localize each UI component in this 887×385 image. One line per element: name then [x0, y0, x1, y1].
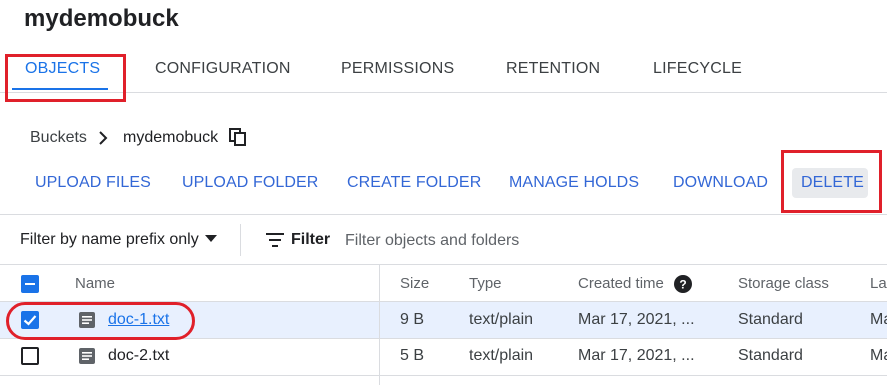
object-type: text/plain [469, 311, 534, 328]
column-header-name[interactable]: Name [75, 275, 115, 292]
copy-icon[interactable] [229, 128, 247, 146]
object-size: 5 B [400, 347, 425, 364]
manage-holds-button[interactable]: MANAGE HOLDS [509, 174, 639, 192]
chevron-right-icon [99, 131, 108, 145]
tab-lifecycle[interactable]: LIFECYCLE [653, 60, 742, 78]
help-icon[interactable]: ? [674, 275, 692, 293]
indeterminate-icon [25, 283, 35, 285]
column-header-size[interactable]: Size [400, 275, 429, 292]
object-storage-class: Standard [738, 347, 803, 364]
column-header-created[interactable]: Created time [578, 275, 664, 292]
select-all-checkbox[interactable] [21, 275, 39, 293]
create-folder-button[interactable]: CREATE FOLDER [347, 174, 481, 192]
tab-bar: OBJECTS CONFIGURATION PERMISSIONS RETENT… [0, 46, 887, 93]
breadcrumb-current: mydemobuck [123, 129, 219, 146]
column-header-type[interactable]: Type [469, 275, 502, 292]
object-last-modified: Ma [870, 347, 887, 364]
filter-icon [266, 233, 284, 247]
filter-button[interactable]: Filter [291, 231, 330, 249]
tab-retention[interactable]: RETENTION [506, 60, 600, 78]
upload-files-button[interactable]: UPLOAD FILES [35, 174, 151, 192]
annotation-box-objects-tab [5, 54, 126, 102]
bucket-title: mydemobuck [24, 5, 179, 32]
breadcrumb-buckets[interactable]: Buckets [30, 128, 87, 148]
divider [0, 214, 887, 215]
tab-configuration[interactable]: CONFIGURATION [155, 60, 291, 78]
column-header-storage-class[interactable]: Storage class [738, 275, 829, 292]
object-created: Mar 17, 2021, ... [578, 347, 695, 364]
row-border [0, 375, 887, 376]
object-type: text/plain [469, 347, 534, 364]
filter-divider [240, 224, 241, 256]
download-button[interactable]: DOWNLOAD [673, 174, 768, 192]
object-size: 9 B [400, 311, 425, 328]
row-checkbox[interactable] [21, 347, 39, 365]
object-name-link[interactable]: doc-2.txt [108, 347, 169, 365]
svg-text:?: ? [679, 278, 686, 292]
caret-down-icon [205, 235, 217, 242]
file-icon [79, 348, 95, 364]
filter-input[interactable] [343, 228, 647, 254]
annotation-oval-doc1 [6, 302, 195, 340]
column-resize-handle[interactable] [379, 265, 380, 385]
object-last-modified: Ma [870, 311, 887, 328]
upload-folder-button[interactable]: UPLOAD FOLDER [182, 174, 318, 192]
object-created: Mar 17, 2021, ... [578, 311, 695, 328]
tab-permissions[interactable]: PERMISSIONS [341, 60, 454, 78]
filter-prefix-select[interactable]: Filter by name prefix only [20, 231, 199, 249]
column-header-last-modified[interactable]: La [870, 275, 887, 292]
annotation-box-delete [781, 150, 882, 213]
table-top-border [0, 264, 887, 265]
object-storage-class: Standard [738, 311, 803, 328]
